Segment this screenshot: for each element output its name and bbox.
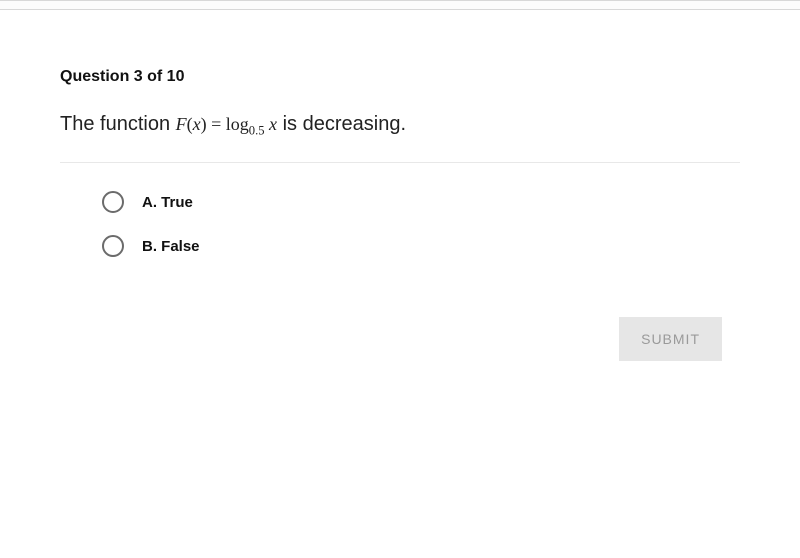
submit-row: SUBMIT: [60, 317, 740, 361]
option-label: A. True: [142, 194, 193, 211]
option-label: B. False: [142, 238, 200, 255]
options-group: A. True B. False: [60, 191, 740, 257]
radio-icon: [102, 235, 124, 257]
formula: F(x) = log0.5 x: [176, 114, 277, 134]
question-number: Question 3 of 10: [60, 68, 740, 86]
formula-base: 0.5: [249, 124, 265, 138]
formula-var-x2: x: [269, 114, 277, 134]
formula-eq: =: [207, 114, 226, 134]
question-card: Question 3 of 10 The function F(x) = log…: [0, 10, 800, 361]
option-letter: B.: [142, 238, 157, 255]
option-a[interactable]: A. True: [102, 191, 740, 213]
option-text: True: [161, 194, 193, 211]
question-prefix: The function: [60, 113, 176, 135]
option-b[interactable]: B. False: [102, 235, 740, 257]
formula-log: log: [226, 114, 249, 134]
submit-button[interactable]: SUBMIT: [619, 317, 722, 361]
formula-fn: F: [176, 114, 187, 134]
option-letter: A.: [142, 194, 157, 211]
formula-var-x1: x: [193, 114, 201, 134]
question-suffix: is decreasing.: [277, 113, 406, 135]
question-text: The function F(x) = log0.5 x is decreasi…: [60, 110, 740, 140]
divider: [60, 162, 740, 163]
option-text: False: [161, 238, 199, 255]
top-border-lines: [0, 0, 800, 10]
radio-icon: [102, 191, 124, 213]
